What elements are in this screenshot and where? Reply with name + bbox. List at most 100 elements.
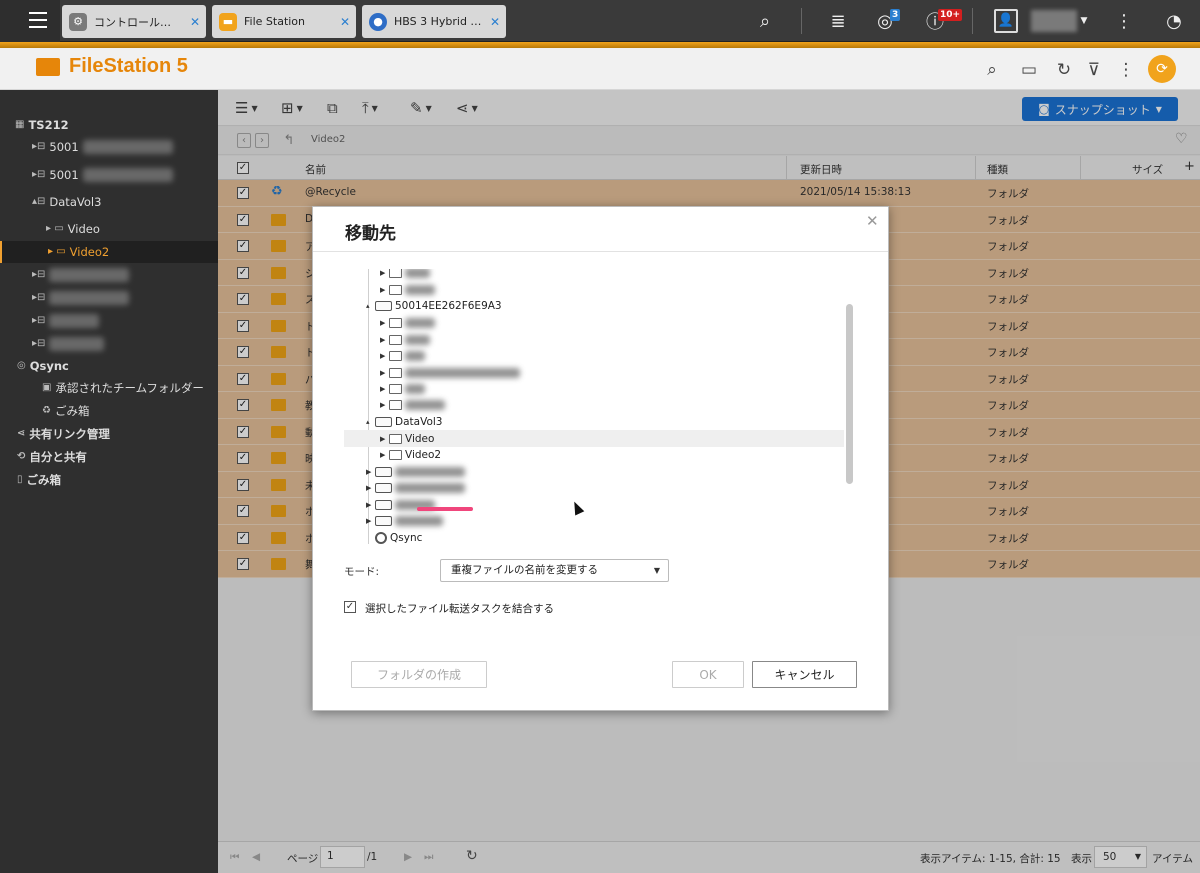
sidebar-item-share-links[interactable]: ⋖ 共有リンク管理 [17,423,110,445]
sidebar-item-team-folder[interactable]: ▣ 承認されたチームフォルダー [42,377,204,399]
more-icon[interactable]: ⋮ [1112,56,1140,84]
sidebar-item-trash[interactable]: ▯ ごみ箱 [17,469,61,491]
folder-icon: ▸ ▭ [46,223,64,234]
more-icon[interactable]: ⋮ [1112,0,1136,42]
drive-icon: ▸⊟ [32,338,46,349]
shared-icon: ⟲ [17,451,26,462]
blurred-text [49,268,130,282]
sidebar-item-qsync-trash[interactable]: ♻ ごみ箱 [42,400,89,422]
sidebar-item-video2[interactable]: ▸ ▭ Video2 [0,241,218,263]
dashboard-icon[interactable]: ◔ [1160,0,1188,42]
info-icon[interactable]: ⓘ 10+ [920,0,963,42]
close-icon[interactable]: ✕ [866,212,879,230]
tree-node[interactable]: ▶ [380,332,430,348]
mode-label: モード: [344,566,380,578]
move-to-dialog: 移動先 ✕ ▶ ▶ ▴ 50014EE262F6E9A3 ▶ ▶ ▶ ▶ ▶ ▶ … [312,206,889,711]
drive-icon: ▸⊟ [32,269,46,280]
background-task-icon[interactable]: ⟳ [1148,55,1176,83]
tree-node[interactable]: ▶ [380,365,520,381]
create-folder-button[interactable]: フォルダの作成 [351,661,487,688]
divider [801,8,802,34]
tree-node-datavol3[interactable]: ▴ DataVol3 [366,414,442,430]
blurred-text [405,269,430,278]
divider [972,8,973,34]
merge-task-checkbox[interactable]: ✓ [344,601,356,613]
blurred-text [405,368,520,378]
close-icon[interactable]: ✕ [336,15,354,29]
tree-node[interactable]: ▶ [380,269,430,281]
blurred-text [405,318,435,328]
nas-icon: ▦ [15,119,25,130]
tree-node-video2[interactable]: ▶ Video2 [380,447,441,463]
blurred-text [49,314,100,328]
folder-icon: ▸ ▭ [48,246,66,257]
dialog-title: 移動先 [345,224,396,244]
sidebar-item-blurred[interactable]: ▸⊟ [32,264,130,286]
blurred-text [395,483,465,493]
tab-hbs3[interactable]: ● HBS 3 Hybrid … ✕ [362,5,506,38]
folder-icon [389,384,402,394]
blurred-text [82,168,173,182]
sidebar-item-video[interactable]: ▸ ▭ Video [46,218,100,240]
username-blurred[interactable] [1031,10,1077,32]
sidebar-item-datavol3[interactable]: ▴⊟ DataVol3 [32,191,101,213]
user-icon[interactable]: 👤 [990,0,1022,42]
tree-node-drive[interactable]: ▶ [366,480,465,496]
tab-file-station[interactable]: ▬ File Station ✕ [212,5,356,38]
close-icon[interactable]: ✕ [186,15,204,29]
drive-icon [375,301,392,311]
sidebar-item-vol2[interactable]: ▸⊟ 5001 [32,164,173,186]
sidebar-item-shared-with-me[interactable]: ⟲ 自分と共有 [17,446,87,468]
recycle-icon: ♻ [42,405,51,416]
tree-node-drive[interactable]: ▶ [366,513,443,529]
cast-icon[interactable]: ▭ [1015,56,1043,84]
sidebar-item-blurred[interactable]: ▸⊟ [32,310,100,332]
stack-icon[interactable]: ≣ [824,0,852,42]
drive-icon [375,417,392,427]
folder-icon [389,450,402,460]
tree-node[interactable]: ▶ [380,348,425,364]
drive-icon: ▸⊟ [32,141,46,152]
sidebar-item-vol1[interactable]: ▸⊟ 5001 [32,136,173,158]
tree-node[interactable]: ▶ [380,397,445,413]
drive-icon [375,483,392,493]
blurred-text [405,335,430,345]
scrollbar[interactable] [846,304,853,484]
blurred-text [395,467,465,477]
folder-icon [389,318,402,328]
sidebar-item-blurred[interactable]: ▸⊟ [32,333,105,355]
tree-node[interactable]: ▶ [380,282,435,298]
close-icon[interactable]: ✕ [486,15,504,29]
refresh-icon[interactable]: ↻ [1050,56,1078,84]
tree-node[interactable]: ▶ [380,315,435,331]
tree-node-qsync[interactable]: Qsync [375,530,422,546]
tree-node-video[interactable]: ▶ Video [380,431,434,447]
blurred-text [405,400,445,410]
folder-icon [389,368,402,378]
tab-control-panel[interactable]: ⚙ コントロール… ✕ [62,5,206,38]
drive-icon [375,500,392,510]
sidebar-item-blurred[interactable]: ▸⊟ [32,287,130,309]
blurred-text [405,285,435,295]
drive-icon [375,467,392,477]
drive-icon: ▸⊟ [32,169,46,180]
sidebar-item-ts212[interactable]: ▦ TS212 [15,114,69,136]
tree-node-drive[interactable]: ▶ [366,464,465,480]
search-icon[interactable]: ⌕ [750,0,780,42]
menu-icon[interactable] [0,0,60,42]
sidebar-item-qsync[interactable]: ◎ Qsync [17,355,69,377]
filter-icon[interactable]: ⊽ [1080,56,1108,84]
ok-button[interactable]: OK [672,661,744,688]
caret-down-icon[interactable]: ▼ [1077,0,1091,42]
tree-node-drive[interactable]: ▴ 50014EE262F6E9A3 [366,298,502,314]
team-folder-icon: ▣ [42,382,52,393]
search-icon[interactable]: ⌕ [978,56,1006,84]
folder-tree: ▶ ▶ ▴ 50014EE262F6E9A3 ▶ ▶ ▶ ▶ ▶ ▶ ▴ DataV… [344,269,857,547]
app-title: FileStation 5 [36,55,188,78]
blurred-text [49,337,105,351]
notification-icon[interactable]: ◎ 3 [870,0,901,42]
cancel-button[interactable]: キャンセル [752,661,857,688]
tree-node[interactable]: ▶ [380,381,425,397]
mode-select[interactable]: 重複ファイルの名前を変更する ▼ [440,559,669,582]
trash-icon: ▯ [17,474,23,485]
